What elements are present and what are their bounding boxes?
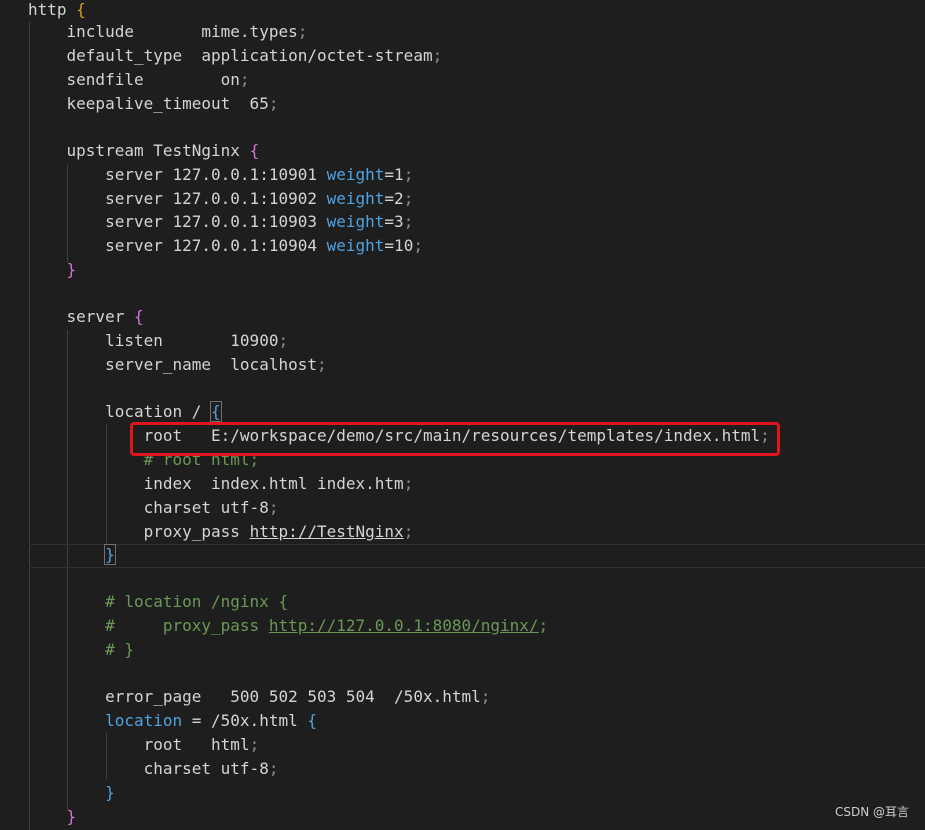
code-line[interactable]: server 127.0.0.1:10901 weight=1; (28, 163, 413, 187)
url-link[interactable]: http://TestNginx (250, 522, 404, 541)
code-line[interactable]: } (28, 543, 116, 567)
code-line[interactable]: include mime.types; (28, 20, 308, 44)
code-editor[interactable]: http { include mime.types; default_type … (0, 0, 925, 830)
code-line[interactable]: sendfile on; (28, 68, 250, 92)
code-line[interactable]: server_name localhost; (28, 353, 327, 377)
code-line[interactable]: default_type application/octet-stream; (28, 44, 443, 68)
code-line[interactable]: keepalive_timeout 65; (28, 92, 279, 116)
watermark: CSDN @耳言 (834, 805, 909, 819)
code-line[interactable]: index index.html index.htm; (28, 472, 414, 496)
code-line[interactable]: error_page 500 502 503 504 /50x.html; (28, 685, 490, 709)
code-line[interactable]: # } (28, 638, 134, 662)
code-line[interactable]: listen 10900; (28, 329, 288, 353)
code-line[interactable]: http { (28, 0, 86, 22)
current-line-highlight (29, 544, 925, 568)
code-line[interactable]: server 127.0.0.1:10904 weight=10; (28, 234, 423, 258)
code-line[interactable]: root E:/workspace/demo/src/main/resource… (28, 424, 770, 448)
code-line[interactable]: charset utf-8; (28, 757, 279, 781)
code-line[interactable]: location / { (28, 400, 222, 424)
code-line[interactable]: # proxy_pass http://127.0.0.1:8080/nginx… (28, 614, 548, 638)
code-line[interactable]: location = /50x.html { (28, 709, 317, 733)
code-line[interactable]: # location /nginx { (28, 590, 288, 614)
code-line[interactable]: } (28, 781, 115, 805)
code-line[interactable]: server 127.0.0.1:10902 weight=2; (28, 187, 413, 211)
url-link[interactable]: http://127.0.0.1:8080/nginx/ (269, 616, 539, 635)
code-line[interactable]: server { (28, 305, 144, 329)
code-line[interactable]: proxy_pass http://TestNginx; (28, 520, 414, 544)
code-line[interactable]: upstream TestNginx { (28, 139, 260, 163)
code-line[interactable]: } (28, 258, 77, 282)
code-line[interactable]: # root html; (28, 448, 260, 472)
code-line[interactable]: } (28, 805, 77, 829)
code-line[interactable]: root html; (28, 733, 260, 757)
code-line[interactable]: charset utf-8; (28, 496, 279, 520)
code-line[interactable]: server 127.0.0.1:10903 weight=3; (28, 210, 413, 234)
